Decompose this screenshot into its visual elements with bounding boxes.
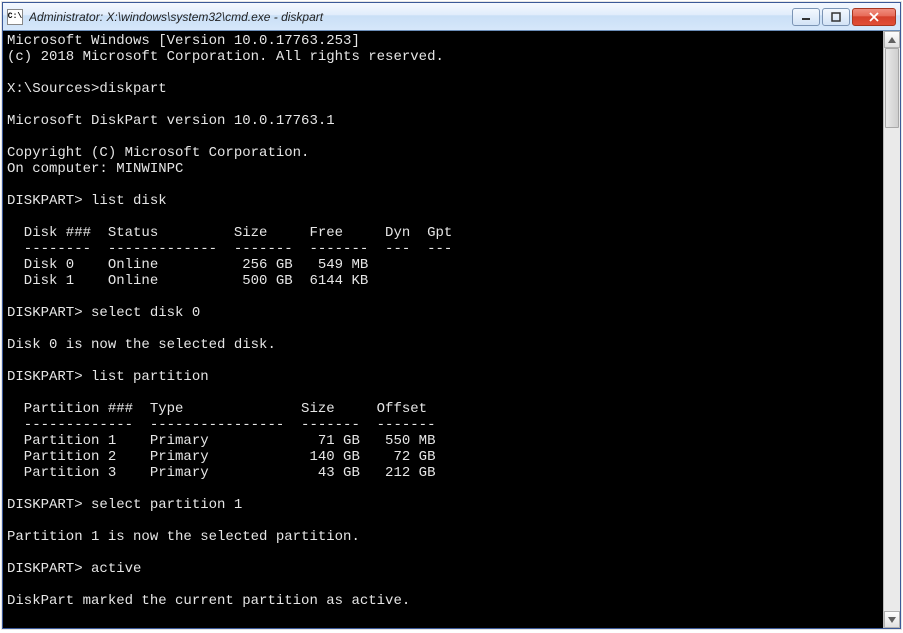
titlebar[interactable]: C:\ Administrator: X:\windows\system32\c… [3, 3, 900, 31]
line: Copyright (C) Microsoft Corporation. [7, 145, 309, 161]
line: DISKPART> select disk 0 [7, 305, 200, 321]
line: DISKPART> list partition [7, 369, 209, 385]
maximize-button[interactable] [822, 8, 850, 26]
chevron-down-icon [888, 617, 896, 623]
scroll-down-button[interactable] [884, 611, 900, 628]
line: DISKPART> select partition 1 [7, 497, 242, 513]
line: Partition 1 is now the selected partitio… [7, 529, 360, 545]
scroll-up-button[interactable] [884, 31, 900, 48]
console-output[interactable]: Microsoft Windows [Version 10.0.17763.25… [3, 31, 883, 628]
line: Partition ### Type Size Offset [7, 401, 427, 417]
line: Microsoft DiskPart version 10.0.17763.1 [7, 113, 335, 129]
line: X:\Sources>diskpart [7, 81, 167, 97]
line: -------- ------------- ------- ------- -… [7, 241, 452, 257]
line: Disk ### Status Size Free Dyn Gpt [7, 225, 452, 241]
scrollbar-thumb[interactable] [885, 48, 899, 128]
line: DiskPart marked the current partition as… [7, 593, 410, 609]
line: Disk 0 Online 256 GB 549 MB [7, 257, 368, 273]
line: Disk 1 Online 500 GB 6144 KB [7, 273, 368, 289]
console-wrap: Microsoft Windows [Version 10.0.17763.25… [3, 31, 900, 628]
line: Microsoft Windows [Version 10.0.17763.25… [7, 33, 360, 49]
line: ------------- ---------------- ------- -… [7, 417, 435, 433]
vertical-scrollbar[interactable] [883, 31, 900, 628]
minimize-button[interactable] [792, 8, 820, 26]
line: Partition 1 Primary 71 GB 550 MB [7, 433, 435, 449]
line: (c) 2018 Microsoft Corporation. All righ… [7, 49, 444, 65]
scrollbar-track[interactable] [884, 48, 900, 611]
minimize-icon [801, 12, 811, 22]
close-button[interactable] [852, 8, 896, 26]
window-title: Administrator: X:\windows\system32\cmd.e… [29, 10, 786, 24]
chevron-up-icon [888, 37, 896, 43]
app-icon: C:\ [7, 9, 23, 25]
window-controls [792, 8, 896, 26]
line: Partition 2 Primary 140 GB 72 GB [7, 449, 435, 465]
line: DISKPART> list disk [7, 193, 167, 209]
command-prompt-window: C:\ Administrator: X:\windows\system32\c… [2, 2, 901, 629]
line: On computer: MINWINPC [7, 161, 183, 177]
line: Partition 3 Primary 43 GB 212 GB [7, 465, 435, 481]
maximize-icon [831, 12, 841, 22]
line: DISKPART> active [7, 561, 141, 577]
close-icon [869, 12, 879, 22]
line: Disk 0 is now the selected disk. [7, 337, 276, 353]
